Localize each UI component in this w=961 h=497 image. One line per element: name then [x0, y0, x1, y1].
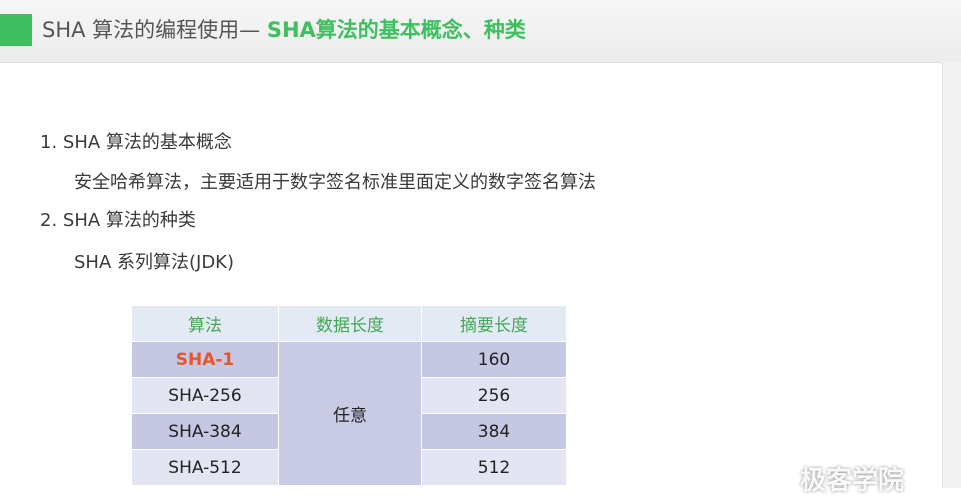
cell-algorithm: SHA-1 — [131, 341, 279, 378]
cell-digest: 256 — [421, 377, 567, 414]
watermark-logo: 极客学院 — [800, 466, 905, 496]
item2-desc: SHA 系列算法(JDK) — [74, 252, 235, 273]
sha-table: 算法 数据长度 摘要长度 SHA-1 任意 160 SHA-256 256 SH… — [131, 305, 567, 486]
header-algorithm: 算法 — [131, 305, 279, 342]
cell-digest: 512 — [421, 449, 567, 486]
item2-title: 2. SHA 算法的种类 — [40, 210, 196, 231]
cell-algorithm: SHA-512 — [131, 449, 279, 486]
side-strip — [942, 62, 961, 488]
item1-desc: 安全哈希算法，主要适用于数字签名标准里面定义的数字签名算法 — [74, 172, 596, 193]
title-plain: SHA 算法的编程使用— — [42, 18, 267, 42]
header-digest-length: 摘要长度 — [421, 305, 567, 342]
cell-digest: 160 — [421, 341, 567, 378]
page-title: SHA 算法的编程使用— SHA算法的基本概念、种类 — [42, 14, 526, 46]
item1-title: 1. SHA 算法的基本概念 — [40, 132, 232, 153]
header-bar: SHA 算法的编程使用— SHA算法的基本概念、种类 — [0, 0, 961, 63]
table-header-row: 算法 数据长度 摘要长度 — [131, 305, 567, 342]
title-highlight: SHA算法的基本概念、种类 — [266, 18, 526, 42]
cell-digest: 384 — [421, 413, 567, 450]
cell-algorithm: SHA-384 — [131, 413, 279, 450]
table-row: SHA-1 任意 160 — [131, 341, 567, 486]
cell-algorithm: SHA-256 — [131, 377, 279, 414]
cell-data-length: 任意 — [278, 341, 422, 486]
accent-block — [0, 14, 32, 46]
header-data-length: 数据长度 — [278, 305, 422, 342]
